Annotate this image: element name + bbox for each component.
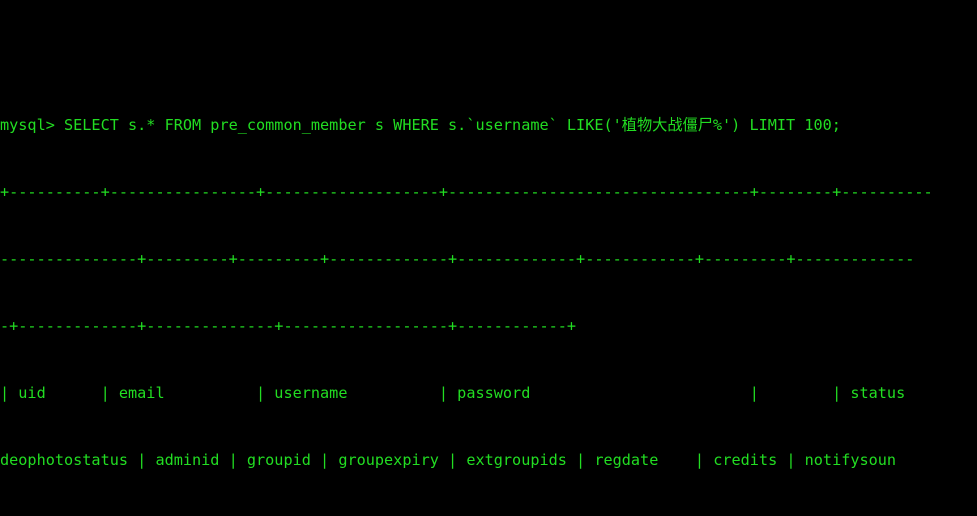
header-line-1: | uid | email | username | password | | … <box>0 384 906 403</box>
terminal-top-padding <box>0 45 977 48</box>
query-line: mysql> SELECT s.* FROM pre_common_member… <box>0 116 841 135</box>
separator-top-2: ---------------+---------+---------+----… <box>0 250 915 269</box>
header-line-2: deophotostatus | adminid | groupid | gro… <box>0 450 897 469</box>
separator-top-1: +----------+----------------+-----------… <box>0 183 933 202</box>
terminal-window[interactable]: mysql> SELECT s.* FROM pre_common_member… <box>0 0 977 516</box>
separator-top-3: -+-------------+--------------+---------… <box>0 317 577 336</box>
